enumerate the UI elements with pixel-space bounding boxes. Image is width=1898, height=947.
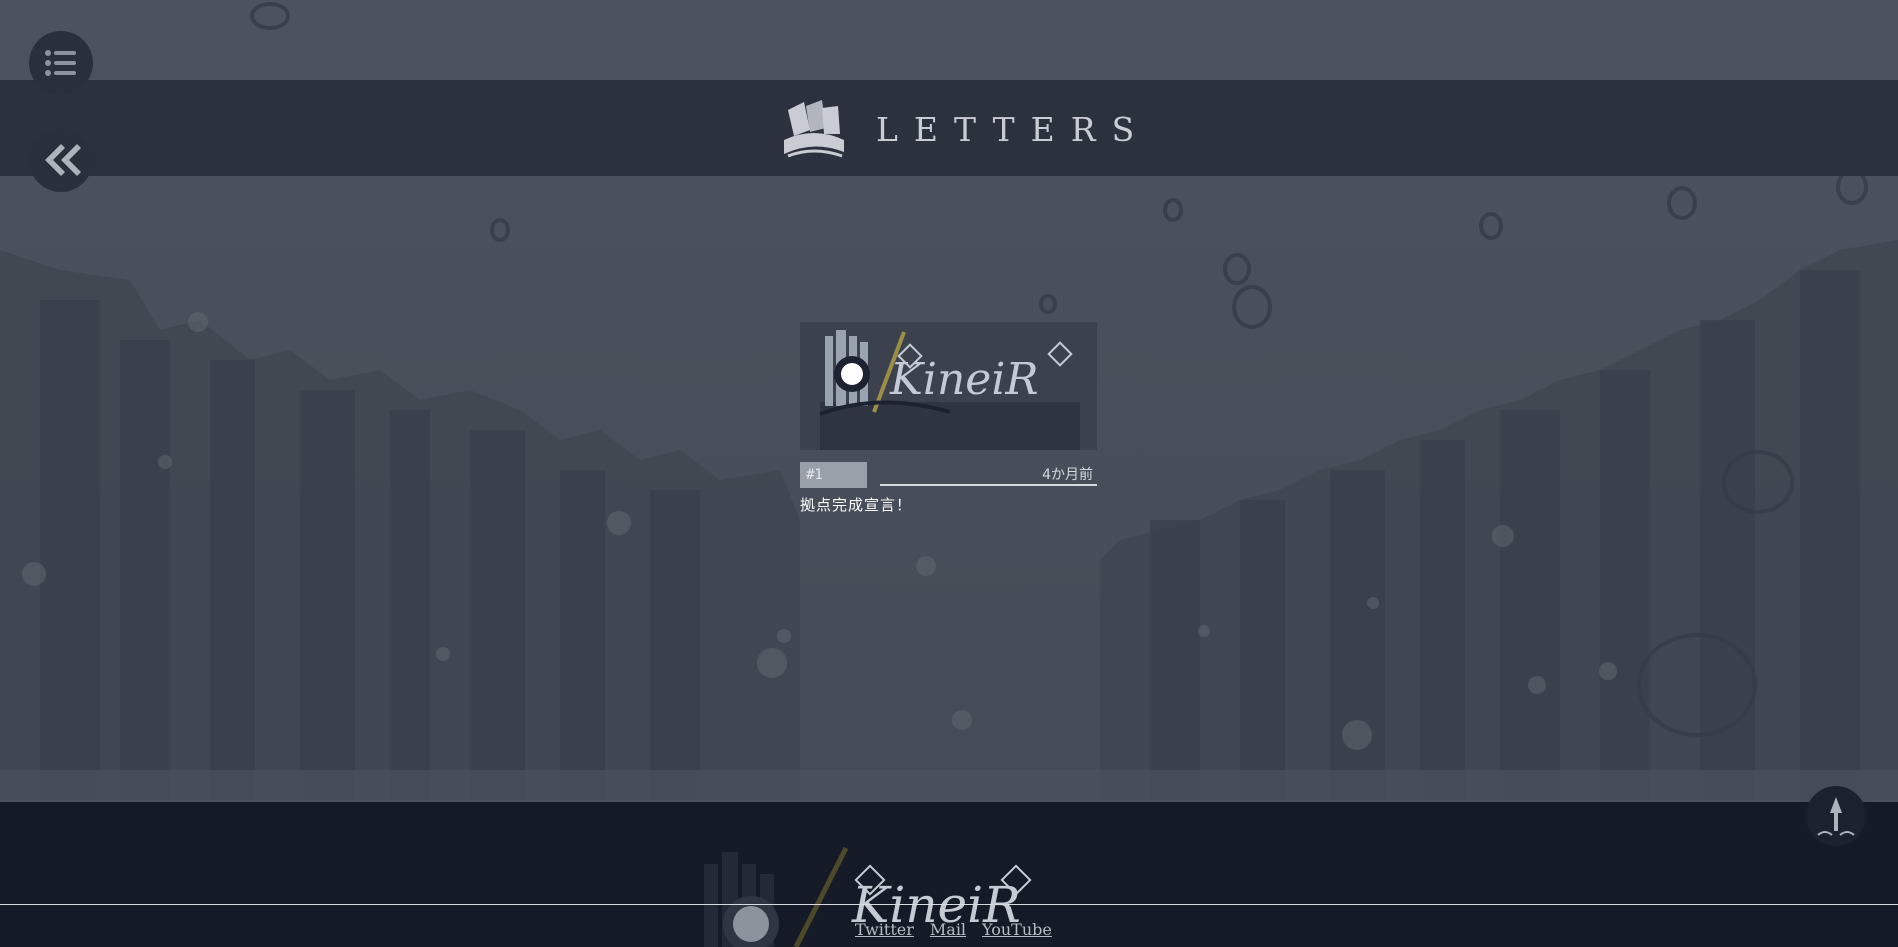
post-thumbnail[interactable]: KineiR: [800, 322, 1097, 450]
letters-bundle-icon: [784, 100, 844, 158]
scroll-top-button[interactable]: [1803, 785, 1869, 847]
post-timestamp: 4か月前: [880, 462, 1097, 486]
mail-link[interactable]: Mail: [930, 920, 966, 939]
back-button[interactable]: [29, 128, 93, 192]
list-icon: [45, 50, 76, 76]
footer-divider: [0, 904, 1898, 905]
menu-button[interactable]: [29, 31, 93, 95]
footer: KineiR Twitter Mail YouTube: [0, 802, 1898, 947]
post-number: #1: [800, 462, 867, 488]
twitter-link[interactable]: Twitter: [855, 920, 914, 939]
page-title: LETTERS: [876, 110, 1151, 149]
footer-links: Twitter Mail YouTube: [855, 920, 1052, 939]
post-title[interactable]: 拠点完成宣言！: [800, 494, 912, 516]
youtube-link[interactable]: YouTube: [982, 920, 1052, 939]
kineir-logo: KineiR: [800, 322, 1097, 450]
svg-text:KineiR: KineiR: [889, 354, 1039, 405]
double-chevron-left-icon: [45, 144, 81, 176]
